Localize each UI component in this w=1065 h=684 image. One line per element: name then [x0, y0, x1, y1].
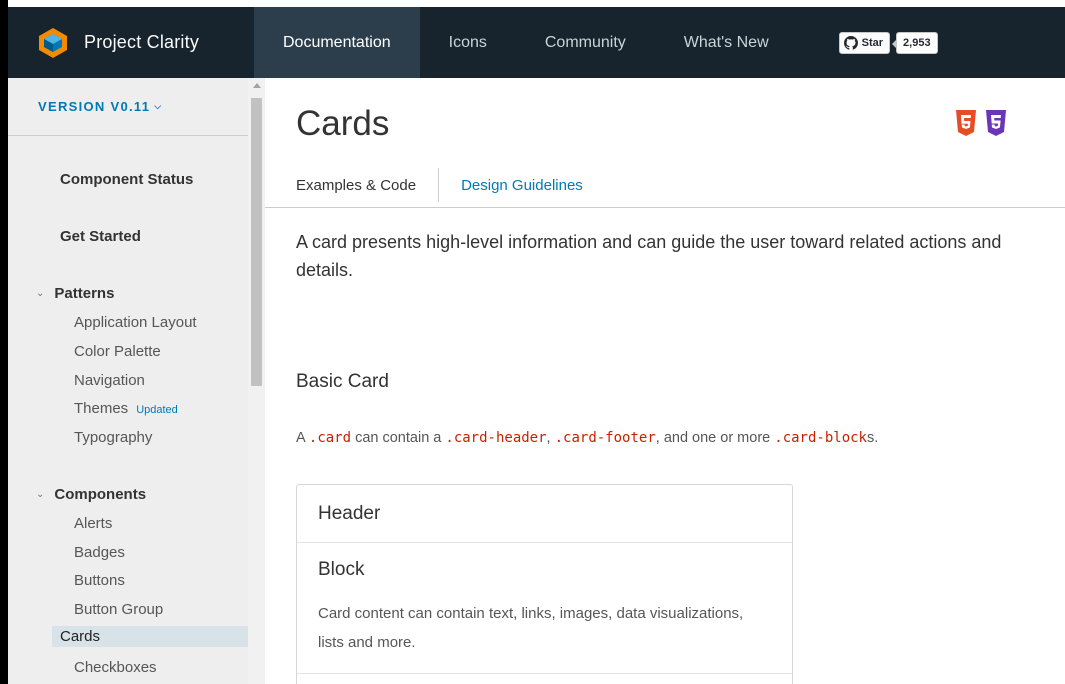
card-block-text: Card content can contain text, links, im… — [318, 605, 744, 651]
tab-examples-code[interactable]: Examples & Code — [296, 177, 438, 194]
scroll-thumb[interactable] — [251, 98, 262, 386]
sidebar-item-themes[interactable]: Themes Updated — [74, 400, 178, 417]
main-content: Cards Examples & Code Design Guidelines … — [265, 78, 1065, 684]
intro-text: A card presents high-level information a… — [296, 232, 1002, 280]
card-header: Header — [297, 485, 792, 543]
sidebar-item-label: Themes — [74, 400, 129, 417]
card-footer-divider — [297, 673, 792, 674]
version-label: VERSION V0.11 — [38, 99, 151, 114]
github-star-widget: Star 2,953 — [838, 7, 938, 78]
chevron-down-icon: ⌄ — [36, 288, 45, 299]
app-header: Project Clarity Documentation Icons Comm… — [8, 7, 1065, 78]
code-card-footer: .card-footer — [554, 430, 656, 446]
tabs-divider — [265, 207, 1065, 208]
window-top-border — [0, 0, 1065, 7]
code-card-header: .card-header — [445, 430, 547, 446]
sidebar-group-label: Components — [54, 486, 147, 503]
tab-divider — [438, 168, 440, 202]
sidebar-item-get-started[interactable]: Get Started — [60, 228, 141, 245]
nav-icons[interactable]: Icons — [420, 7, 516, 78]
desc-text: , and one or more — [655, 430, 775, 446]
updated-badge: Updated — [136, 404, 178, 416]
chevron-down-icon: ⌵ — [154, 101, 163, 111]
section-heading-basic-card: Basic Card — [296, 371, 389, 392]
window-left-border — [0, 0, 8, 684]
html5-icon — [956, 110, 976, 136]
sidebar-group-patterns[interactable]: ⌄ Patterns — [36, 285, 114, 302]
sidebar-group-components[interactable]: ⌄ Components — [36, 486, 146, 503]
scroll-up-arrow-icon[interactable] — [253, 83, 261, 88]
brand-title: Project Clarity — [84, 32, 200, 52]
desc-text: can contain a — [351, 430, 446, 446]
github-star-count[interactable]: 2,953 — [892, 31, 938, 54]
sidebar-group-label: Patterns — [54, 285, 115, 302]
window: Project Clarity Documentation Icons Comm… — [0, 0, 1065, 684]
desc-text: , — [546, 430, 555, 446]
sidebar: VERSION V0.11 ⌵ Component Status Get Sta… — [8, 78, 248, 684]
github-icon — [843, 35, 858, 50]
nav-whats-new[interactable]: What's New — [655, 7, 798, 78]
code-card: .card — [308, 430, 352, 446]
nav-community[interactable]: Community — [516, 7, 655, 78]
sidebar-item-navigation[interactable]: Navigation — [74, 372, 145, 389]
page-title: Cards — [296, 104, 390, 143]
sidebar-item-component-status[interactable]: Component Status — [60, 171, 193, 188]
github-star-label: Star — [861, 36, 884, 49]
css3-icon — [986, 110, 1006, 136]
example-card: Header Block Card content can contain te… — [296, 484, 793, 684]
github-star-button[interactable]: Star — [838, 31, 891, 54]
tech-icons — [955, 110, 1007, 136]
sidebar-item-badges[interactable]: Badges — [74, 544, 125, 561]
chevron-down-icon: ⌄ — [36, 489, 45, 500]
desc-text: s. — [866, 430, 879, 446]
sidebar-item-alerts[interactable]: Alerts — [74, 515, 112, 532]
sidebar-item-buttons[interactable]: Buttons — [74, 572, 125, 589]
nav-documentation[interactable]: Documentation — [254, 7, 420, 78]
desc-text: A — [296, 430, 309, 446]
code-card-block: .card-block — [774, 430, 867, 446]
tab-design-guidelines[interactable]: Design Guidelines — [461, 177, 605, 194]
card-block-title: Block — [318, 559, 365, 580]
sidebar-item-button-group[interactable]: Button Group — [74, 601, 163, 618]
version-dropdown[interactable]: VERSION V0.11 ⌵ — [8, 78, 248, 136]
sidebar-scrollbar[interactable] — [248, 78, 265, 684]
main-nav: Documentation Icons Community What's New — [254, 7, 798, 78]
clarity-logo-icon — [36, 26, 70, 60]
content-tabs: Examples & Code Design Guidelines — [296, 164, 605, 206]
sidebar-item-color-palette[interactable]: Color Palette — [74, 343, 161, 360]
sidebar-item-checkboxes[interactable]: Checkboxes — [74, 659, 157, 676]
brand[interactable]: Project Clarity — [8, 7, 254, 78]
sidebar-item-typography[interactable]: Typography — [74, 429, 152, 446]
sidebar-item-application-layout[interactable]: Application Layout — [74, 314, 197, 331]
basic-card-description: A .card can contain a .card-header, .car… — [296, 430, 878, 446]
sidebar-item-cards[interactable]: Cards — [52, 626, 248, 647]
